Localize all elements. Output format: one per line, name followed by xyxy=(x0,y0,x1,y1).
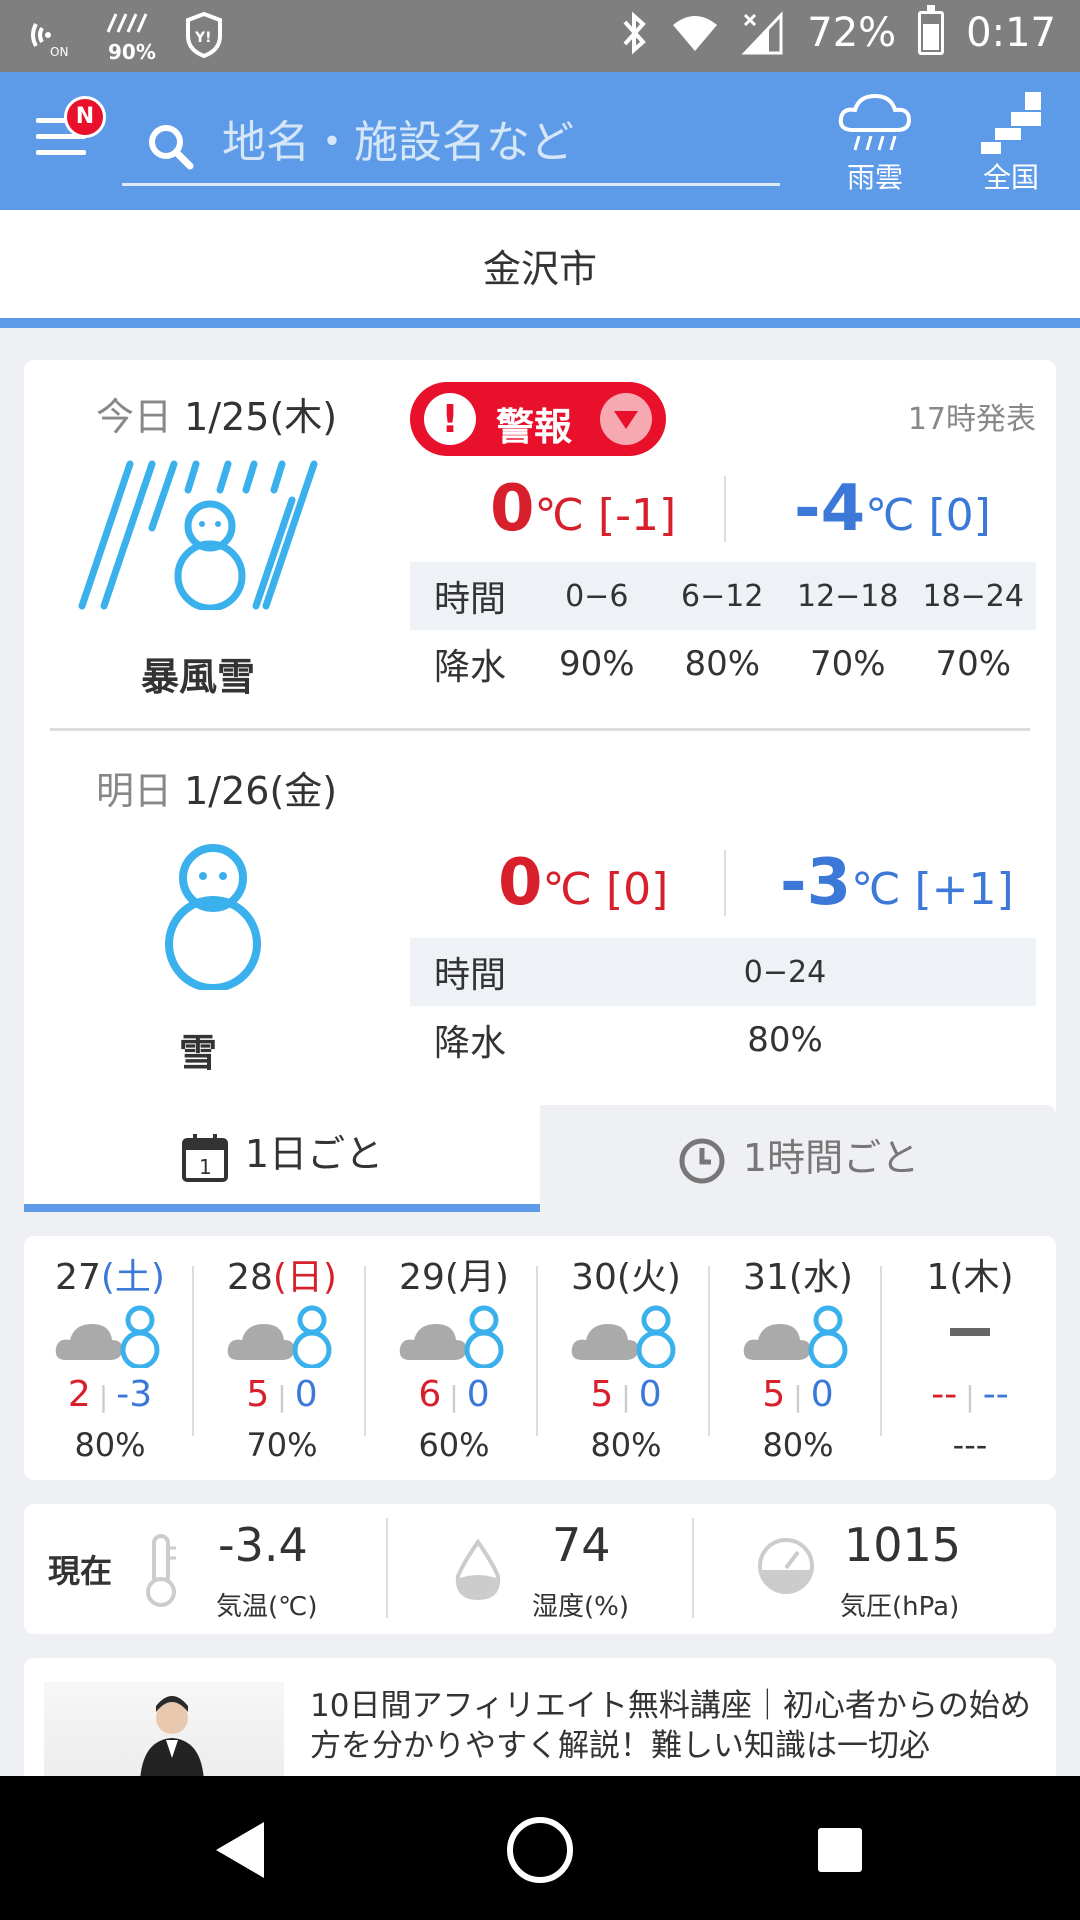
search-icon xyxy=(149,125,194,170)
weekly-forecast: 27(土) 2 | -3 80% 28(日) 5 | 0 70% 29(月) 6 | 0 6… xyxy=(24,1236,1056,1480)
time-row: 時間 0−24 xyxy=(410,938,1036,1006)
cloud-snow-icon xyxy=(571,1305,676,1368)
cloud-snow-icon xyxy=(743,1305,848,1368)
cloud-snow-icon xyxy=(399,1305,504,1368)
cloud-snow-icon xyxy=(227,1305,332,1368)
tomorrow-label: 明日 1/26(金) xyxy=(96,769,338,813)
today-label: 今日 1/25(木) xyxy=(96,395,338,439)
tomorrow-weather: 雪 xyxy=(178,1031,217,1075)
today-high-temp: 0℃ [-1] xyxy=(490,472,677,546)
alert-exclamation-icon: ! xyxy=(424,393,476,445)
status-time: 0:17 xyxy=(966,10,1056,56)
alert-dropdown-icon xyxy=(600,393,652,445)
issued-time: 17時発表 xyxy=(907,402,1036,437)
nationwide-label: 全国 xyxy=(982,161,1039,194)
rain-cloud-label: 雨雲 xyxy=(846,161,903,194)
precip-row: 降水 90% 80% 70% 70% xyxy=(434,644,1012,688)
rain-cloud-button[interactable]: 雨雲 xyxy=(820,90,930,200)
cellular-signal-icon xyxy=(741,11,783,55)
battery-icon xyxy=(918,5,945,55)
day-divider xyxy=(50,728,1030,731)
location-title: 金沢市 xyxy=(0,210,1080,328)
current-humidity: 74 xyxy=(552,1518,611,1572)
tomorrow-date: 1/26(金) xyxy=(184,769,338,813)
rain-cloud-icon xyxy=(838,93,912,151)
current-pressure: 1015 xyxy=(844,1518,962,1572)
calendar-icon: 1 xyxy=(181,1133,228,1182)
today-precip-table: 時間 0−6 6−12 12−18 18−24 降水 90% 80% 70% 7… xyxy=(410,562,1036,698)
svg-text:Y!: Y! xyxy=(194,30,212,46)
home-icon[interactable] xyxy=(504,1814,576,1886)
yahoo-shield-icon: Y! xyxy=(182,10,232,60)
tab-daily[interactable]: 1 1日ごと xyxy=(24,1105,540,1212)
temp-divider xyxy=(724,850,726,916)
alert-label: 警報 xyxy=(496,405,573,449)
tomorrow-high-temp: 0℃ [0] xyxy=(498,846,669,920)
clock-icon xyxy=(679,1138,725,1183)
app-bar: N 雨雲 全国 xyxy=(0,72,1080,210)
nationwide-button[interactable]: 全国 xyxy=(956,90,1066,200)
ad-image xyxy=(44,1682,284,1778)
navigation-bar xyxy=(0,1776,1080,1920)
search-bar[interactable] xyxy=(122,102,780,186)
cloud-snow-icon xyxy=(55,1305,160,1368)
forecast-tabs: 1 1日ごと 1時間ごと xyxy=(24,1105,1056,1212)
tomorrow-low-temp: -3℃ [+1] xyxy=(780,846,1014,920)
current-conditions: 現在 -3.4 気温(℃) 74 湿度(%) 1015 気圧(hPa) xyxy=(24,1504,1056,1634)
rain-indicator-icon: 90% xyxy=(104,10,156,64)
no-data-dash-icon xyxy=(950,1328,990,1336)
status-bar: ON 90% Y! 72% 0:17 xyxy=(0,0,1080,72)
bluetooth-icon xyxy=(623,11,647,55)
nfc-on-icon: ON xyxy=(26,10,76,60)
humidity-unit: 湿度(%) xyxy=(532,1592,629,1622)
today-date: 1/25(木) xyxy=(184,395,338,439)
today-weather: 暴風雪 xyxy=(140,655,255,699)
blizzard-icon xyxy=(78,460,318,610)
tab-hourly[interactable]: 1時間ごと xyxy=(540,1105,1056,1212)
week-day-item[interactable]: 27(土) 2 | -3 80% xyxy=(24,1236,196,1480)
current-label: 現在 xyxy=(48,1552,113,1590)
ad-text: 10日間アフィリエイト無料講座｜初心者からの始め方を分かりやすく解説！難しい知識… xyxy=(310,1688,1031,1764)
recents-icon[interactable] xyxy=(804,1814,876,1886)
snow-icon xyxy=(165,844,261,990)
humidity-drop-icon xyxy=(455,1538,501,1601)
tomorrow-precip-table: 時間 0−24 降水 80% xyxy=(410,938,1036,1074)
week-day-item[interactable]: 1(木) -- | -- --- xyxy=(884,1236,1056,1480)
thermometer-icon xyxy=(146,1534,176,1607)
battery-percent: 72% xyxy=(807,10,897,56)
svg-text:1: 1 xyxy=(199,1155,212,1179)
week-day-item[interactable]: 31(水) 5 | 0 80% xyxy=(712,1236,884,1480)
wifi-icon xyxy=(673,16,718,51)
week-day-item[interactable]: 28(日) 5 | 0 70% xyxy=(196,1236,368,1480)
temp-divider xyxy=(724,476,726,542)
current-temperature: -3.4 xyxy=(218,1518,308,1572)
forecast-card: 今日 1/25(木) ! 警報 17時発表 暴風雪 0℃ [-1] -4℃ [0… xyxy=(24,360,1056,1212)
back-icon[interactable] xyxy=(206,1814,278,1886)
svg-text:ON: ON xyxy=(50,45,68,59)
temperature-unit: 気温(℃) xyxy=(216,1592,318,1622)
pressure-gauge-icon xyxy=(758,1538,814,1594)
precip-indicator-text: 90% xyxy=(108,40,156,64)
precip-row: 降水 80% xyxy=(434,1020,823,1064)
today-low-temp: -4℃ [0] xyxy=(794,472,991,546)
notification-badge[interactable]: N xyxy=(64,96,106,138)
pressure-unit: 気圧(hPa) xyxy=(840,1592,960,1622)
week-day-item[interactable]: 29(月) 6 | 0 60% xyxy=(368,1236,540,1480)
alert-button[interactable]: ! 警報 xyxy=(410,382,666,456)
week-day-item[interactable]: 30(火) 5 | 0 80% xyxy=(540,1236,712,1480)
time-row: 時間 0−6 6−12 12−18 18−24 xyxy=(410,562,1036,630)
japan-map-icon xyxy=(981,92,1041,154)
ad-banner[interactable]: 10日間アフィリエイト無料講座｜初心者からの始め方を分かりやすく解説！難しい知識… xyxy=(24,1658,1056,1778)
search-input[interactable] xyxy=(222,112,762,172)
